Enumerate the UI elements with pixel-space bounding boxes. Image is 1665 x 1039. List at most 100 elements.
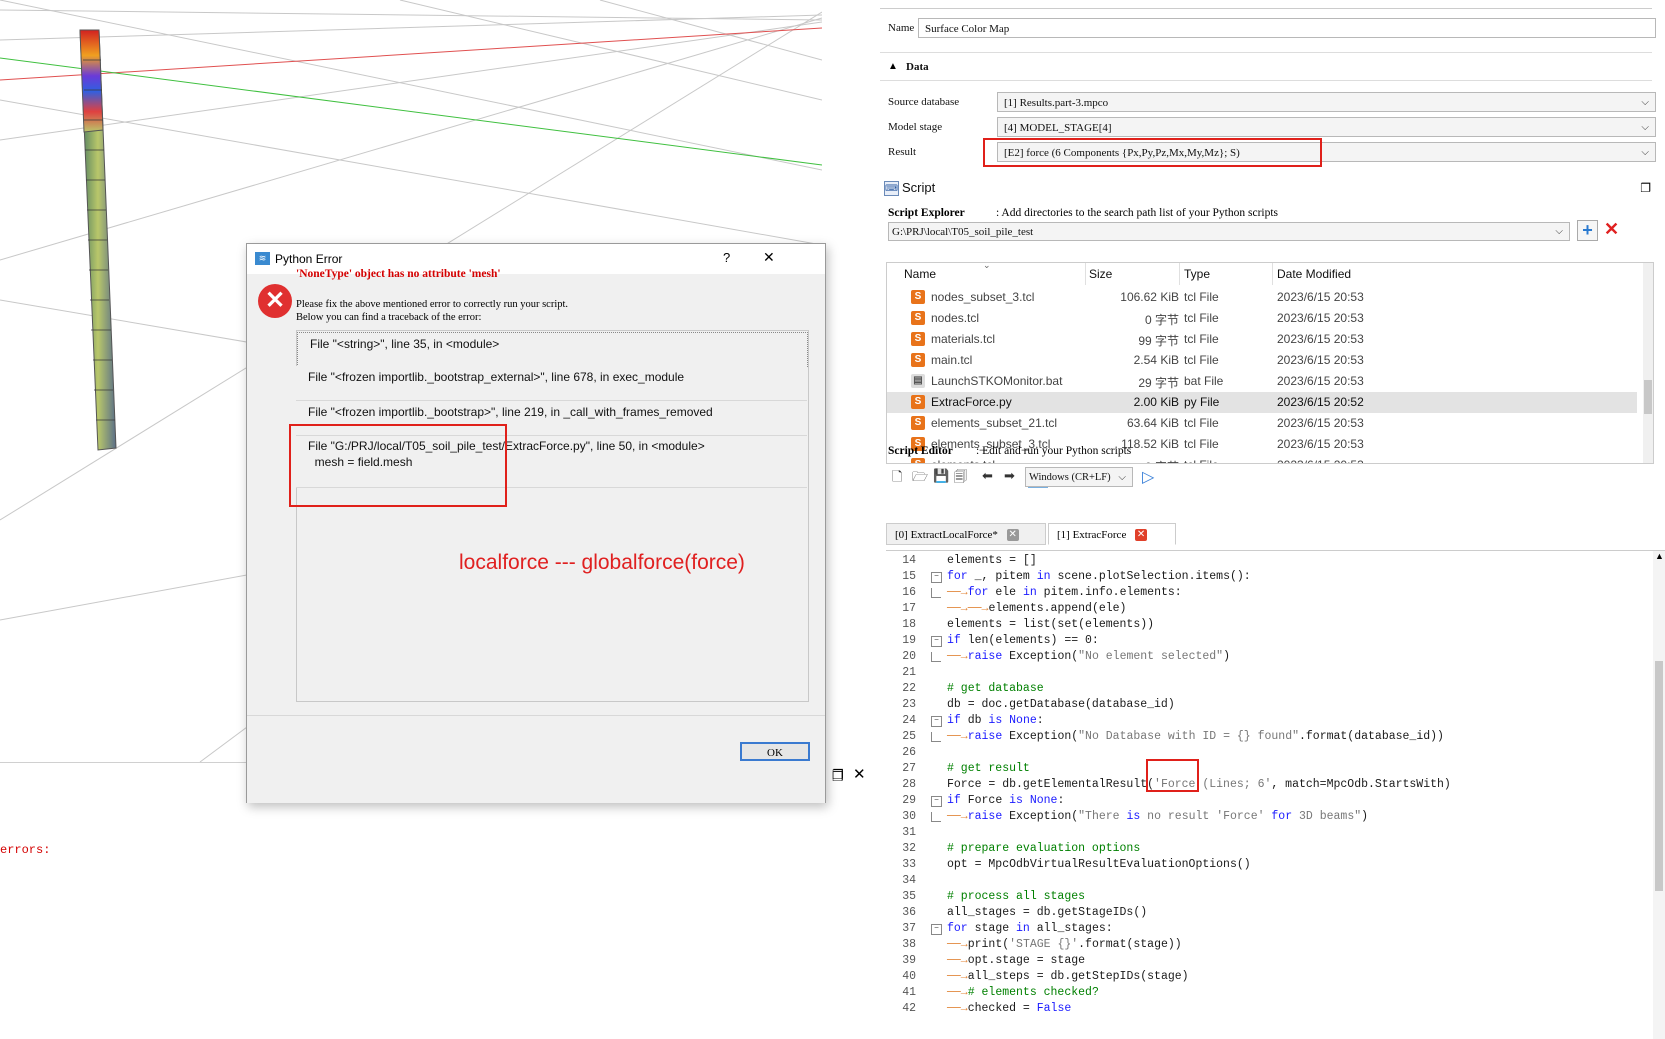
fold-marker-icon[interactable]: − [931,716,942,727]
file-type: tcl File [1184,290,1219,304]
file-row[interactable]: Smaterials.tcl 99 字节 tcl File 2023/6/15 20:… [887,329,1637,350]
code-line: 27 # get result [886,760,1665,777]
add-directory-button[interactable]: + [1577,220,1598,241]
name-field[interactable]: Surface Color Map [918,18,1656,38]
code-line: 40 ──→all_steps = db.getStepIDs(stage) [886,968,1665,985]
line-ending-combo[interactable]: Windows (CR+LF) ⌵ [1025,467,1133,487]
column-header-name[interactable]: Name [904,267,936,281]
new-file-icon[interactable]: 🗋 [892,468,902,490]
fold-marker-icon[interactable]: − [931,636,942,647]
line-number: 24 [902,714,916,727]
close-icon[interactable]: ✕ [763,249,775,266]
traceback-item[interactable]: File "<frozen importlib._bootstrap_exter… [296,366,807,401]
code-text: # get database [947,682,1044,695]
fold-marker-icon[interactable] [931,732,941,742]
close-icon[interactable]: ✕ [1135,529,1148,542]
close-icon[interactable]: ✕ [1006,529,1019,542]
editor-scrollbar[interactable]: ▲ [1653,551,1665,1039]
fold-marker-icon[interactable] [931,588,941,598]
file-size: 63.64 KiB [1126,416,1179,430]
panel-restore-icon[interactable]: ❐ [832,767,844,783]
script-explorer-desc: : Add directories to the search path lis… [996,207,1279,219]
column-header-type[interactable]: Type [1184,267,1210,281]
redo-arrow-icon[interactable]: ➡ [1004,468,1015,484]
code-editor[interactable]: 14 elements = [] 15− for _, pitem in scene.… [886,550,1665,1039]
tab-extracforce[interactable]: [1] ExtracForce ✕ [1048,523,1176,545]
file-name: nodes.tcl [931,311,980,325]
file-row[interactable]: S ExtracForce.py 2.00 KiB py File 2023/6/15 … [887,392,1637,413]
output-panel: ❐ errors: [0,762,844,1039]
file-size: 2.00 KiB [1133,395,1179,409]
file-type: py File [1184,395,1220,409]
fold-marker-icon[interactable] [931,652,941,662]
file-type: tcl File [1184,416,1219,430]
line-number: 17 [902,602,916,615]
code-text: ──→raise Exception("No Database with ID … [947,730,1444,743]
line-number: 23 [902,698,916,711]
remove-directory-button[interactable]: ✕ [1602,220,1621,239]
tab-extractlocalforce[interactable]: [0] ExtractLocalForce* ✕ [886,523,1046,545]
code-line: 33 opt = MpcOdbVirtualResultEvaluationOpt… [886,856,1665,873]
file-date: 2023/6/15 20:53 [1277,311,1364,325]
file-type: tcl File [1184,437,1219,451]
model-stage-label: Model stage [888,121,943,133]
file-table-scrollbar[interactable] [1643,263,1653,463]
collapse-triangle-icon[interactable]: ▲ [888,61,898,72]
file-row[interactable]: Snodes.tcl 0 字节 tcl File 2023/6/15 20:53 [887,308,1637,329]
fold-marker-icon[interactable]: − [931,924,942,935]
fold-marker-icon[interactable] [931,812,941,822]
scrollbar-thumb[interactable] [1655,661,1663,891]
float-panel-icon[interactable]: ❐ [1640,181,1651,195]
code-text: # get result [947,762,1030,775]
save-all-icon[interactable]: 🗐 [954,468,967,490]
fold-marker-icon[interactable]: − [931,572,942,583]
open-file-icon[interactable]: 🗁 [912,468,928,490]
file-size: 2.54 KiB [1133,353,1179,367]
column-header-date[interactable]: Date Modified [1277,267,1351,281]
pile-model[interactable] [79,29,117,451]
code-line: 30 ──→raise Exception("There is no result… [886,808,1665,825]
scroll-up-icon[interactable]: ▲ [1655,551,1664,561]
code-text: # prepare evaluation options [947,842,1141,855]
file-row[interactable]: Smain.tcl 2.54 KiB tcl File 2023/6/15 20:53 [887,350,1637,371]
tcl-file-icon: S [911,416,925,430]
file-name: elements.tcl [931,458,995,463]
code-text: elements = list(set(elements)) [947,618,1155,631]
script-path-combo[interactable]: G:\PRJ\local\T05_soil_pile_test ⌵ [888,222,1570,241]
code-text: ──→raise Exception("There is no result '… [947,810,1369,823]
script-title: Script [902,180,936,195]
ok-button[interactable]: OK [740,742,810,761]
model-stage-combo[interactable]: [4] MODEL_STAGE[4] ⌵ [997,117,1656,137]
code-text: opt = MpcOdbVirtualResultEvaluationOptio… [947,858,1251,871]
run-script-button[interactable]: ▷ [1142,467,1154,487]
column-header-size[interactable]: Size [1089,267,1112,281]
line-number: 31 [902,826,916,839]
scrollbar-thumb[interactable] [1644,380,1652,414]
tab-label: [0] ExtractLocalForce* [895,529,998,541]
file-row[interactable]: Snodes_subset_3.tcl 106.62 KiB tcl File 202… [887,287,1637,308]
file-name: elements_subset_21.tcl [931,416,1058,430]
output-errors-text: errors: [0,843,51,857]
source-database-combo[interactable]: [1] Results.part-3.mpco ⌵ [997,92,1656,112]
name-label: Name [888,22,915,34]
file-date: 2023/6/15 20:53 [1277,458,1364,463]
undo-arrow-icon[interactable]: ⬅ [982,468,993,484]
fold-marker-icon[interactable]: − [931,796,942,807]
file-date: 2023/6/15 20:53 [1277,353,1364,367]
panel-close-icon[interactable]: ✕ [853,765,866,783]
file-date: 2023/6/15 20:53 [1277,416,1364,430]
line-number: 32 [902,842,916,855]
python-app-icon: ≋ [255,252,270,265]
properties-panel: Name Surface Color Map ▲ Data Source dat… [880,0,1665,170]
save-icon[interactable]: 💾 [933,468,949,484]
code-line: 19 − if len(elements) == 0: [886,632,1665,649]
file-date: 2023/6/15 20:53 [1277,290,1364,304]
chevron-down-icon: ⌵ [1641,147,1649,158]
file-row[interactable]: Selements_subset_21.tcl 63.64 KiB tcl File… [887,413,1637,434]
traceback-item[interactable]: File "<string>", line 35, in <module> [297,332,808,367]
code-text: ──→print('STAGE {}'.format(stage)) [947,938,1182,951]
help-button[interactable]: ? [723,250,730,265]
line-number: 21 [902,666,916,679]
line-number: 42 [902,1002,916,1015]
file-row[interactable]: ▤ LaunchSTKOMonitor.bat 29 字节 bat File 2023/… [887,371,1637,392]
